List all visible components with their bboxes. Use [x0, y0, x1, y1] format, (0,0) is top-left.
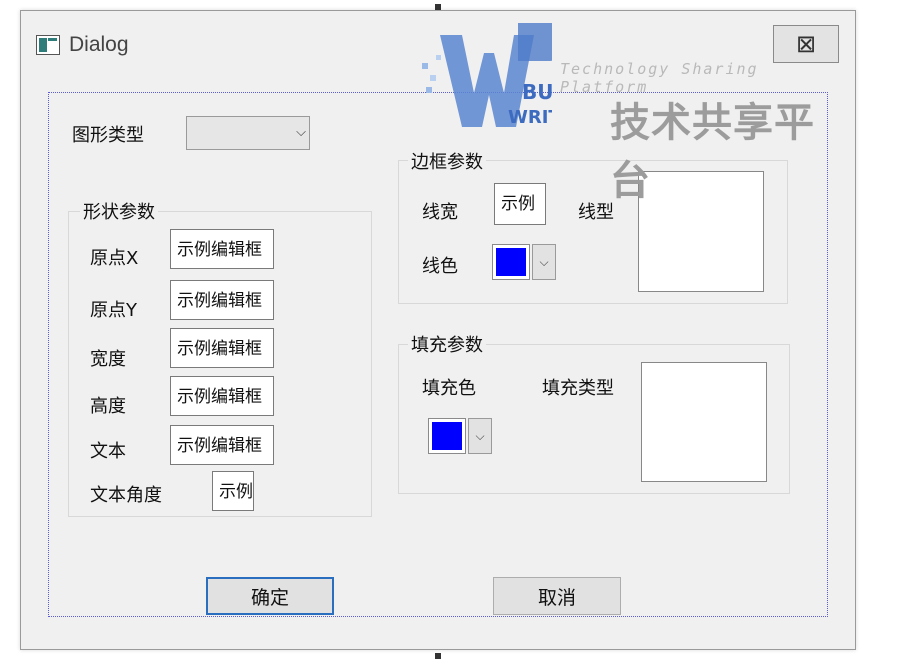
text-label: 文本: [90, 441, 126, 462]
fill-type-listbox[interactable]: [641, 362, 767, 482]
line-color-dropdown[interactable]: ⌵: [532, 244, 556, 280]
origin-y-input[interactable]: 示例编辑框: [170, 280, 274, 320]
origin-y-label: 原点Y: [90, 300, 137, 321]
chevron-down-icon: ⌵: [296, 125, 306, 140]
shape-type-label: 图形类型: [72, 125, 144, 146]
line-color-swatch[interactable]: [492, 244, 530, 280]
fill-color-label: 填充色: [422, 378, 476, 399]
fill-color-dropdown[interactable]: ⌵: [468, 418, 492, 454]
width-label: 宽度: [90, 349, 126, 370]
ok-button[interactable]: 确定: [206, 577, 334, 615]
origin-x-input[interactable]: 示例编辑框: [170, 229, 274, 269]
fill-color-swatch[interactable]: [428, 418, 466, 454]
line-color-fill: [496, 248, 526, 276]
line-color-label: 线色: [422, 256, 458, 277]
fill-color-fill: [432, 422, 462, 450]
origin-x-label: 原点X: [90, 248, 139, 269]
title-bar[interactable]: Dialog ⊠: [21, 11, 855, 71]
height-label: 高度: [90, 396, 126, 417]
shape-type-combobox[interactable]: ⌵: [186, 116, 310, 150]
text-angle-input[interactable]: 示例: [212, 471, 254, 511]
shape-params-title: 形状参数: [80, 198, 158, 224]
height-input[interactable]: 示例编辑框: [170, 376, 274, 416]
close-button[interactable]: ⊠: [773, 25, 839, 63]
resize-grip-bottom[interactable]: [435, 653, 441, 659]
border-params-title: 边框参数: [408, 148, 486, 174]
line-style-label: 线型: [578, 202, 614, 223]
line-style-listbox[interactable]: [638, 171, 764, 292]
line-width-input[interactable]: 示例: [494, 183, 546, 225]
window-title: Dialog: [69, 33, 129, 56]
chevron-down-icon: ⌵: [539, 254, 549, 269]
fill-params-title: 填充参数: [408, 331, 486, 357]
text-angle-label: 文本角度: [90, 485, 162, 506]
cancel-button[interactable]: 取消: [493, 577, 621, 615]
close-icon: ⊠: [795, 30, 817, 58]
dialog-app-icon: [36, 35, 60, 55]
fill-color-picker[interactable]: ⌵: [428, 416, 498, 456]
fill-type-label: 填充类型: [542, 378, 614, 399]
text-input[interactable]: 示例编辑框: [170, 425, 274, 465]
width-input[interactable]: 示例编辑框: [170, 328, 274, 368]
line-width-label: 线宽: [422, 202, 458, 223]
line-color-picker[interactable]: ⌵: [492, 242, 562, 282]
chevron-down-icon: ⌵: [475, 428, 485, 443]
